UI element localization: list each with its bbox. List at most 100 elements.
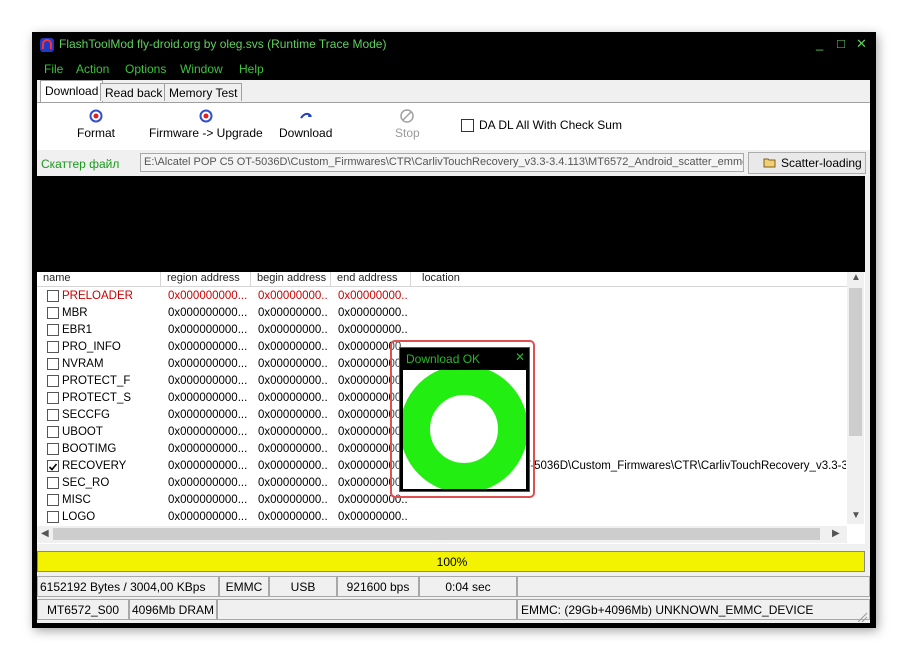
progress-text: 100% <box>436 555 468 569</box>
cell-begin-address: 0x00000000... <box>258 392 328 404</box>
cell-name: PROTECT_F <box>62 375 131 387</box>
row-checkbox[interactable] <box>47 511 59 523</box>
firmware-upgrade-label: Firmware -> Upgrade <box>149 126 263 140</box>
scroll-down-icon[interactable]: ▼ <box>851 510 861 521</box>
cell-begin-address: 0x00000000... <box>258 426 328 438</box>
cell-begin-address: 0x00000000... <box>258 324 328 336</box>
cell-name: SECCFG <box>62 409 110 421</box>
cell-begin-address: 0x00000000... <box>258 290 328 302</box>
cell-name: EBR1 <box>62 324 93 336</box>
menu-options[interactable]: Options <box>125 62 166 76</box>
cell-name: LOGO <box>62 511 96 523</box>
row-checkbox[interactable] <box>47 290 59 302</box>
status-storage: EMMC <box>219 576 269 597</box>
menu-action[interactable]: Action <box>76 62 109 76</box>
row-checkbox[interactable] <box>47 307 59 319</box>
app-icon <box>40 38 54 52</box>
row-checkbox[interactable] <box>47 426 59 438</box>
cell-name: PROTECT_S <box>62 392 132 404</box>
cell-name: RECOVERY <box>62 460 127 472</box>
status-dram: 4096Mb DRAM <box>129 599 217 620</box>
firmware-upgrade-button[interactable]: Firmware -> Upgrade <box>149 103 263 140</box>
checksum-label: DA DL All With Check Sum <box>479 118 622 132</box>
format-button[interactable]: Format <box>77 103 115 140</box>
download-button[interactable]: Download <box>279 103 332 140</box>
row-checkbox[interactable] <box>47 494 59 506</box>
stop-button[interactable]: Stop <box>395 103 420 140</box>
status-baud: 921600 bps <box>337 576 419 597</box>
cell-region-address: 0x000000000... <box>168 358 248 370</box>
cell-end-address: 0x00000000... <box>338 290 408 302</box>
table-row[interactable]: PRELOADER 0x000000000... 0x00000000... 0x00… <box>37 288 847 305</box>
scroll-left-icon[interactable]: ◀ <box>41 528 49 539</box>
col-region-header[interactable]: region address <box>161 272 251 286</box>
table-row[interactable]: EBR1 0x000000000... 0x00000000... 0x0000000… <box>37 322 847 339</box>
tab-download[interactable]: Download <box>40 80 104 102</box>
cell-region-address: 0x000000000... <box>168 477 248 489</box>
status-time: 0:04 sec <box>419 576 517 597</box>
vertical-scrollbar[interactable]: ▲ ▼ <box>847 272 864 524</box>
table-row[interactable]: MBR 0x000000000... 0x00000000... 0x00000000… <box>37 305 847 322</box>
scatter-path-field[interactable]: E:\Alcatel POP C5 OT-5036D\Custom_Firmwa… <box>140 153 744 172</box>
col-begin-header[interactable]: begin address <box>251 272 331 286</box>
status-bytes: 6152192 Bytes / 3004,00 KBps <box>37 576 219 597</box>
cell-begin-address: 0x00000000... <box>258 511 328 523</box>
row-checkbox[interactable] <box>47 460 59 472</box>
menu-help[interactable]: Help <box>239 62 264 76</box>
horizontal-scrollbar[interactable]: ◀ ▶ <box>37 526 847 543</box>
row-checkbox[interactable] <box>47 375 59 387</box>
menu-file[interactable]: File <box>44 62 63 76</box>
col-location-header[interactable]: location <box>411 272 847 286</box>
table-row[interactable]: LOGO 0x000000000... 0x00000000... 0x0000000… <box>37 509 847 526</box>
col-name-header[interactable]: name <box>37 272 161 286</box>
cell-end-address: 0x00000000... <box>338 324 408 336</box>
row-checkbox[interactable] <box>47 409 59 421</box>
row-checkbox[interactable] <box>47 358 59 370</box>
cell-region-address: 0x000000000... <box>168 511 248 523</box>
status-emmc: EMMC: (29Gb+4096Mb) UNKNOWN_EMMC_DEVICE <box>517 599 870 620</box>
progress-bar: 100% <box>37 551 865 572</box>
resize-grip-icon[interactable] <box>854 610 868 622</box>
row-checkbox[interactable] <box>47 443 59 455</box>
horizontal-scroll-thumb[interactable] <box>53 528 820 540</box>
client-area: Download Read back Memory Test Format Fi… <box>37 80 870 623</box>
scroll-right-icon[interactable]: ▶ <box>832 528 840 539</box>
success-ring-icon <box>400 365 528 493</box>
check-icon <box>48 463 58 471</box>
row-checkbox[interactable] <box>47 341 59 353</box>
cell-region-address: 0x000000000... <box>168 290 248 302</box>
window-title: FlashToolMod fly-droid.org by oleg.svs (… <box>59 37 387 51</box>
menu-bar: File Action Options Window Help <box>32 60 876 80</box>
cell-name: UBOOT <box>62 426 103 438</box>
scroll-up-icon[interactable]: ▲ <box>851 272 861 283</box>
cell-region-address: 0x000000000... <box>168 324 248 336</box>
scatter-loading-button[interactable]: Scatter-loading <box>748 152 866 174</box>
checksum-checkbox[interactable] <box>461 119 474 132</box>
download-ok-popup: Download OK ✕ <box>390 340 535 498</box>
cell-name: MBR <box>62 307 88 319</box>
scatter-row: Скаттер файл E:\Alcatel POP C5 OT-5036D\… <box>37 150 870 176</box>
row-checkbox[interactable] <box>47 392 59 404</box>
popup-close-icon[interactable]: ✕ <box>515 350 525 364</box>
row-checkbox[interactable] <box>47 477 59 489</box>
stop-label: Stop <box>395 126 420 140</box>
popup-body <box>400 365 528 493</box>
cell-begin-address: 0x00000000... <box>258 477 328 489</box>
minimize-button[interactable]: _ <box>816 36 823 51</box>
cell-name: PRELOADER <box>62 290 133 302</box>
stop-icon <box>400 109 415 123</box>
close-button[interactable]: ✕ <box>856 36 867 52</box>
main-window: FlashToolMod fly-droid.org by oleg.svs (… <box>32 32 876 628</box>
cell-name: MISC <box>62 494 91 506</box>
col-end-header[interactable]: end address <box>331 272 411 286</box>
folder-icon <box>763 158 776 168</box>
menu-window[interactable]: Window <box>180 62 223 76</box>
cell-begin-address: 0x00000000... <box>258 341 328 353</box>
maximize-button[interactable]: □ <box>837 36 845 51</box>
cell-begin-address: 0x00000000... <box>258 358 328 370</box>
tab-memory-test[interactable]: Memory Test <box>164 83 243 101</box>
tab-read-back[interactable]: Read back <box>100 83 168 101</box>
row-checkbox[interactable] <box>47 324 59 336</box>
vertical-scroll-thumb[interactable] <box>849 288 862 436</box>
cell-end-address: 0x00000000... <box>338 511 408 523</box>
